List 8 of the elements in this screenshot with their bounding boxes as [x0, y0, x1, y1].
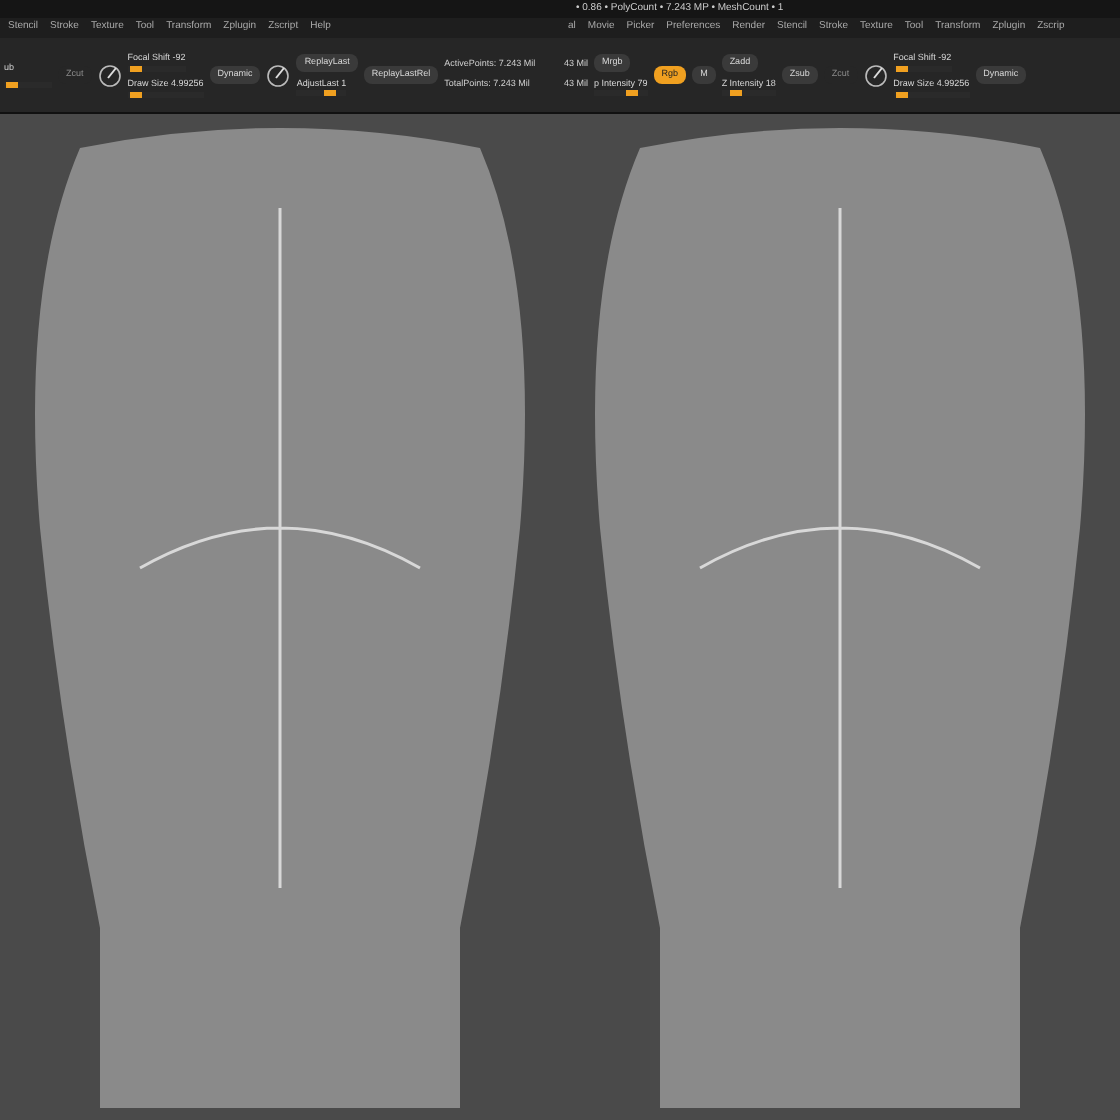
slider-thumb[interactable] — [626, 90, 639, 97]
slider-thumb[interactable] — [130, 91, 143, 98]
slider-thumb[interactable] — [896, 91, 909, 98]
slider-thumb[interactable] — [324, 90, 337, 97]
slider-thumb[interactable] — [895, 66, 908, 72]
slider-thumb[interactable] — [5, 81, 18, 88]
slider-thumb[interactable] — [129, 66, 142, 72]
slider-thumb[interactable] — [729, 90, 742, 97]
